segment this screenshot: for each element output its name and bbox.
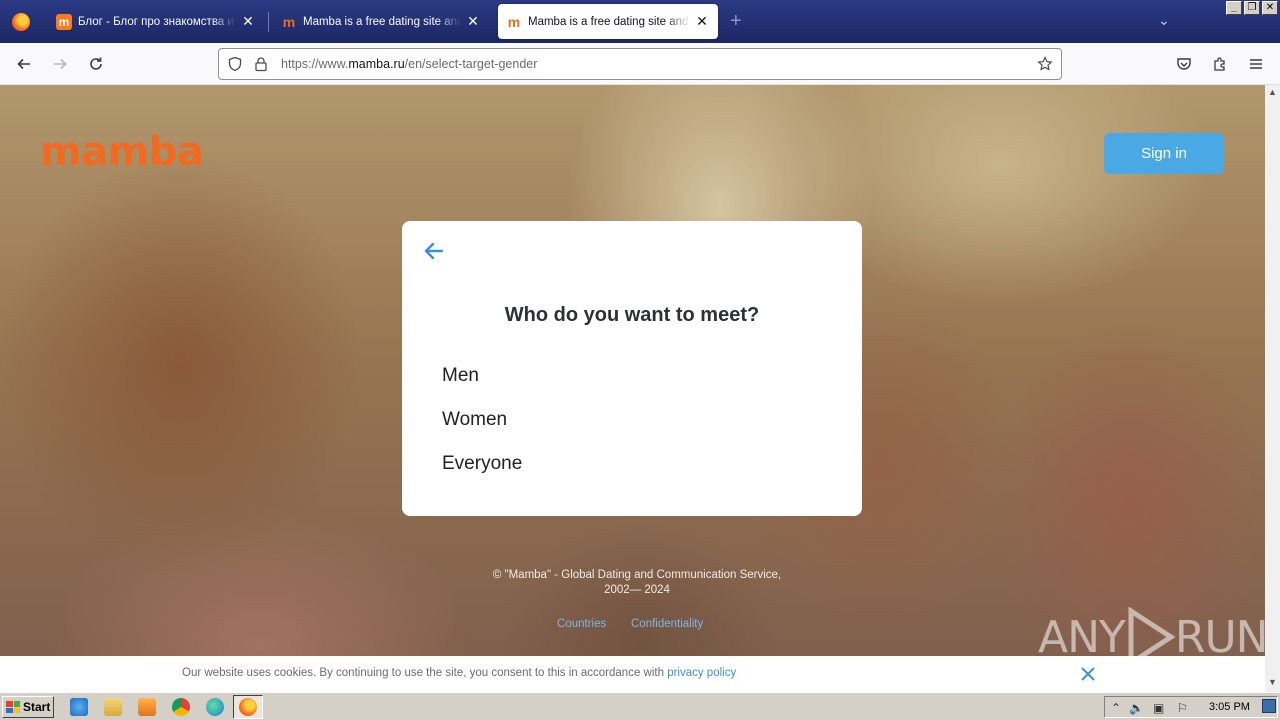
option-everyone[interactable]: Everyone (442, 453, 522, 475)
firefox-icon (12, 12, 30, 31)
list-all-tabs-chevron-icon[interactable]: ⌄ (1158, 12, 1170, 29)
navigation-toolbar: https://www.mamba.ru/en/select-target-ge… (0, 43, 1280, 85)
close-tab-icon[interactable]: ✕ (465, 13, 481, 30)
pocket-icon (1177, 58, 1191, 70)
puzzle-icon (1214, 57, 1225, 71)
bookmark-star-icon[interactable] (1035, 54, 1055, 74)
firefox-menu-button[interactable] (0, 0, 42, 43)
file-explorer-icon[interactable] (104, 698, 122, 716)
network-icon[interactable]: ▣ (1153, 701, 1164, 715)
vertical-scrollbar[interactable]: ▲ ▼ (1265, 85, 1280, 692)
chrome-icon[interactable] (172, 698, 190, 716)
privacy-policy-link[interactable]: privacy policy (667, 667, 736, 679)
reload-icon (90, 57, 102, 70)
cookie-banner: Our website uses cookies. By continuing … (0, 656, 1265, 692)
start-button[interactable]: Start (2, 696, 54, 718)
arrow-right-icon (54, 58, 67, 70)
back-arrow-icon[interactable] (422, 239, 446, 263)
internet-explorer-icon[interactable] (70, 698, 88, 716)
mamba-favicon-icon: m (507, 13, 521, 30)
sign-in-button[interactable]: Sign in (1104, 133, 1224, 174)
firefox-taskbar-button[interactable] (233, 695, 263, 719)
volume-icon[interactable]: 🔈 (1129, 701, 1144, 715)
tab-title: Mamba is a free dating site and a chat (528, 15, 690, 28)
mamba-logo[interactable]: mamba (40, 129, 204, 175)
arrow-left-icon (17, 58, 30, 70)
cookie-text: Our website uses cookies. By continuing … (182, 667, 737, 679)
tab-title: Блог - Блог про знакомства и отношения (78, 15, 236, 28)
tab-title: Mamba is a free dating site and a chat (303, 15, 461, 28)
shield-icon[interactable] (225, 54, 245, 74)
window-controls: _ ❐ ✕ (1226, 1, 1278, 15)
edge-icon[interactable] (206, 698, 224, 716)
option-men[interactable]: Men (442, 365, 479, 387)
target-gender-card: Who do you want to meet? Men Women Every… (402, 221, 862, 516)
footer-link-confidentiality[interactable]: Confidentiality (631, 618, 703, 630)
media-player-icon[interactable] (138, 698, 156, 716)
tray-expand-icon[interactable]: ⌃ (1111, 701, 1121, 715)
action-center-flag-icon[interactable]: ⚐ (1177, 701, 1188, 715)
system-tray: ⌃ 🔈 ▣ ⚐ 3:05 PM (1104, 696, 1278, 718)
scroll-down-icon[interactable]: ▼ (1265, 677, 1280, 691)
show-desktop-icon[interactable] (1262, 699, 1276, 713)
page-background: mamba Sign in Who do you want to meet? M… (0, 85, 1265, 692)
close-tab-icon[interactable]: ✕ (240, 13, 256, 30)
restore-button[interactable]: ❐ (1244, 1, 1260, 15)
forward-button[interactable] (48, 52, 72, 76)
pocket-button[interactable] (1174, 54, 1194, 74)
tab-mamba-active[interactable]: m Mamba is a free dating site and a chat… (498, 4, 718, 39)
card-title: Who do you want to meet? (504, 304, 760, 326)
scroll-up-icon[interactable]: ▲ (1265, 87, 1280, 101)
hamburger-menu-icon (1250, 59, 1262, 69)
clock[interactable]: 3:05 PM (1209, 701, 1250, 713)
close-cookie-icon[interactable] (1078, 664, 1098, 684)
firefox-icon (239, 698, 257, 716)
back-button[interactable] (12, 52, 36, 76)
mamba-favicon-icon: m (56, 13, 72, 30)
option-women[interactable]: Women (442, 409, 507, 431)
footer-link-countries[interactable]: Countries (557, 618, 606, 630)
url-text: https://www.mamba.ru/en/select-target-ge… (281, 57, 538, 71)
close-tab-icon[interactable]: ✕ (694, 13, 710, 30)
tab-blog[interactable]: m Блог - Блог про знакомства и отношения… (48, 4, 264, 39)
close-window-button[interactable]: ✕ (1262, 1, 1278, 15)
address-bar[interactable]: https://www.mamba.ru/en/select-target-ge… (218, 48, 1062, 80)
reload-button[interactable] (84, 52, 108, 76)
new-tab-button[interactable]: + (730, 10, 742, 33)
tab-mamba-1[interactable]: m Mamba is a free dating site and a chat… (273, 4, 489, 39)
extensions-button[interactable] (1210, 54, 1230, 74)
footer-copyright: © "Mamba" - Global Dating and Communicat… (492, 569, 782, 596)
minimize-button[interactable]: _ (1226, 1, 1242, 15)
windows-taskbar: Start ⌃ 🔈 ▣ ⚐ 3:05 PM (0, 692, 1280, 720)
lock-icon[interactable] (251, 54, 271, 74)
mamba-favicon-icon: m (282, 13, 296, 30)
tab-separator (268, 12, 269, 32)
app-menu-button[interactable] (1246, 54, 1266, 74)
windows-flag-icon (6, 701, 20, 713)
tab-strip: m Блог - Блог про знакомства и отношения… (0, 0, 1280, 43)
